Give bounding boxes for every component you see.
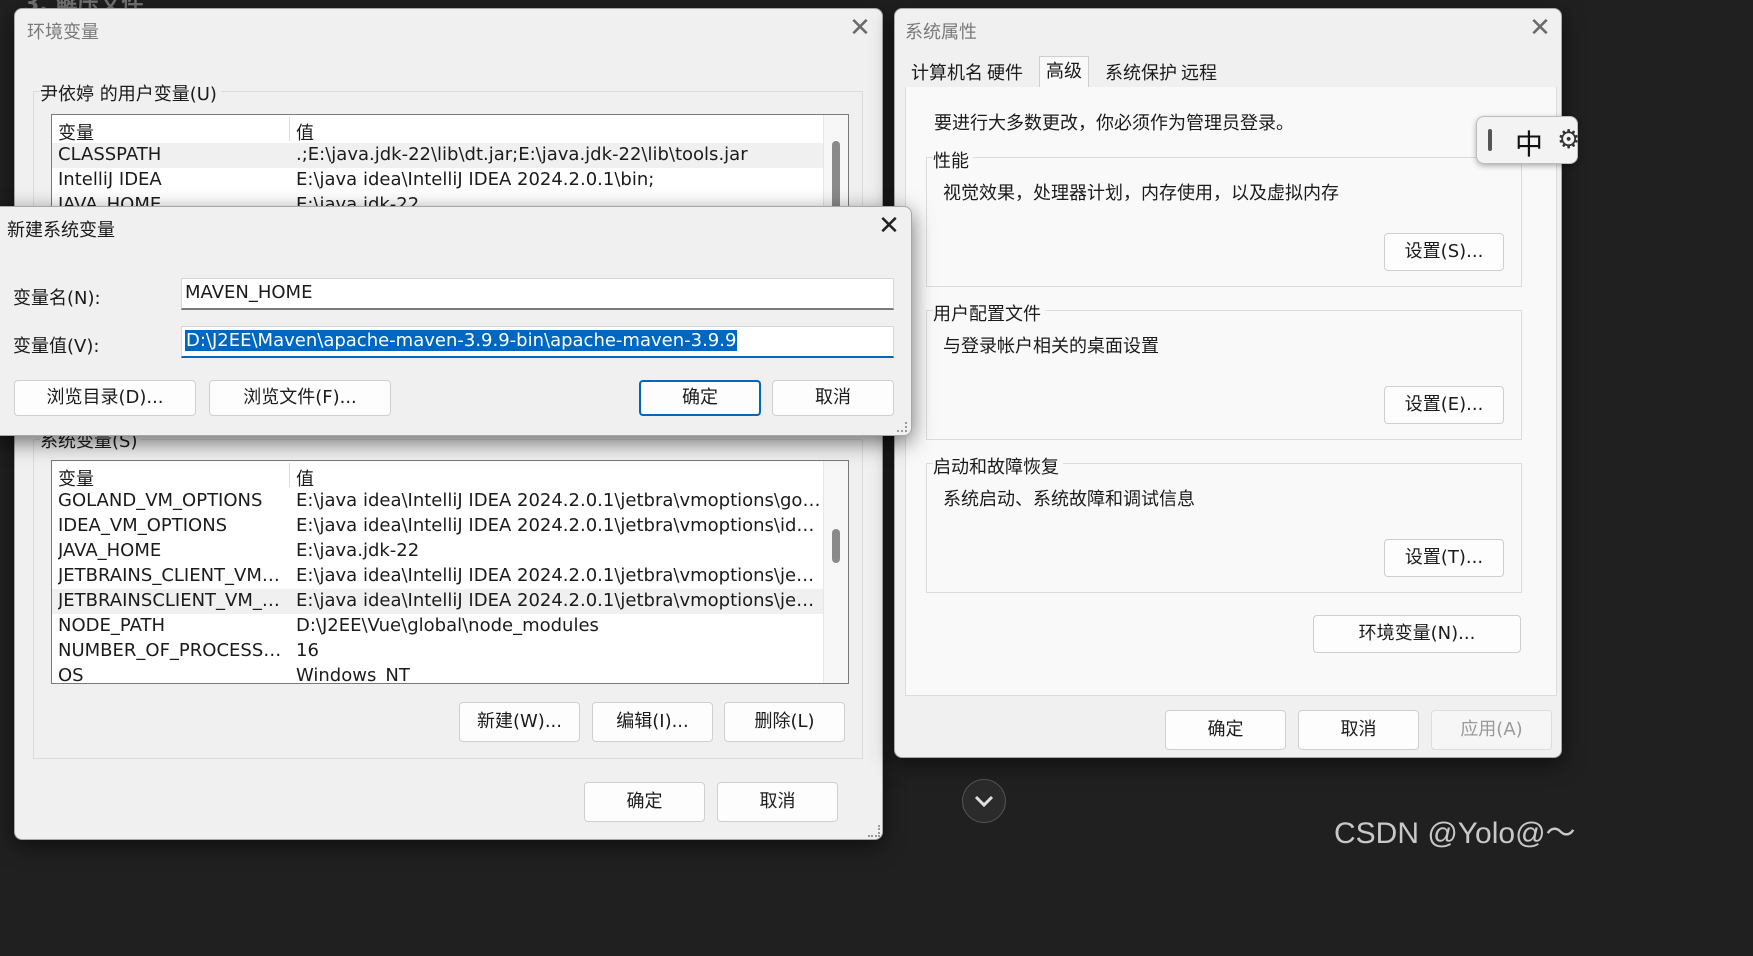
scroll-down-button[interactable] <box>962 779 1006 823</box>
close-icon[interactable]: ✕ <box>874 211 904 241</box>
variable-name-label: 变量名(N): <box>13 288 101 309</box>
row-name: JETBRAINS_CLIENT_VM_OPT... <box>58 565 288 586</box>
table-row[interactable]: NUMBER_OF_PROCESSORS 16 <box>52 639 824 664</box>
row-value: 16 <box>296 640 319 661</box>
row-name: NUMBER_OF_PROCESSORS <box>58 640 288 661</box>
column-header-value[interactable]: 值 <box>296 119 314 145</box>
user-profiles-description: 与登录帐户相关的桌面设置 <box>943 336 1159 357</box>
tab-system-protection[interactable]: 系统保护 <box>1103 59 1179 89</box>
column-header-value[interactable]: 值 <box>296 465 314 491</box>
new-variable-button[interactable]: 新建(W)... <box>459 702 580 742</box>
table-row[interactable]: GOLAND_VM_OPTIONS E:\java idea\IntelliJ … <box>52 489 824 514</box>
row-value: D:\J2EE\Vue\global\node_modules <box>296 615 599 636</box>
variable-value-input[interactable]: D:\J2EE\Maven\apache-maven-3.9.9-bin\apa… <box>181 326 894 358</box>
new-system-variable-dialog: 新建系统变量 ✕ 变量名(N): MAVEN_HOME 变量值(V): D:\J… <box>0 206 912 436</box>
gear-icon[interactable]: ⚙ <box>1557 125 1580 155</box>
drag-handle-icon[interactable] <box>1488 129 1492 151</box>
row-name: JETBRAINSCLIENT_VM_OPTI... <box>58 590 288 611</box>
row-value: Windows_NT <box>296 665 410 684</box>
row-name: OS <box>58 665 84 684</box>
row-value: E:\java idea\IntelliJ IDEA 2024.2.0.1\je… <box>296 490 821 511</box>
row-name: NODE_PATH <box>58 615 166 636</box>
cancel-button[interactable]: 取消 <box>717 782 838 822</box>
admin-note: 要进行大多数更改，你必须作为管理员登录。 <box>934 113 1294 134</box>
table-row[interactable]: IntelliJ IDEA E:\java idea\IntelliJ IDEA… <box>52 168 824 193</box>
performance-description: 视觉效果，处理器计划，内存使用，以及虚拟内存 <box>943 183 1339 204</box>
resize-grip-icon[interactable] <box>897 422 907 432</box>
user-variables-label: 尹依婷 的用户变量(U) <box>40 80 221 106</box>
user-profiles-label: 用户配置文件 <box>933 300 1045 326</box>
row-name: IntelliJ IDEA <box>58 169 162 190</box>
tab-remote[interactable]: 远程 <box>1179 59 1219 89</box>
row-name: CLASSPATH <box>58 144 162 165</box>
csdn-watermark: CSDN @Yolo@～ <box>1334 817 1576 850</box>
table-row[interactable]: JETBRAINS_CLIENT_VM_OPT... E:\java idea\… <box>52 564 824 589</box>
row-name: GOLAND_VM_OPTIONS <box>58 490 263 511</box>
column-header-variable[interactable]: 变量 <box>58 465 94 491</box>
variable-value-label: 变量值(V): <box>13 336 100 357</box>
selected-text: D:\J2EE\Maven\apache-maven-3.9.9-bin\apa… <box>185 330 738 351</box>
column-header-variable[interactable]: 变量 <box>58 119 94 145</box>
dialog-title: 新建系统变量 <box>7 220 115 241</box>
window-title: 环境变量 <box>27 22 99 43</box>
performance-settings-button[interactable]: 设置(S)... <box>1384 233 1504 271</box>
tab-panel: 要进行大多数更改，你必须作为管理员登录。 性能 视觉效果，处理器计划，内存使用，… <box>905 87 1557 696</box>
row-value: E:\java idea\IntelliJ IDEA 2024.2.0.1\je… <box>296 590 821 611</box>
table-row[interactable]: IDEA_VM_OPTIONS E:\java idea\IntelliJ ID… <box>52 514 824 539</box>
scrollbar-thumb[interactable] <box>832 529 840 563</box>
close-icon[interactable]: ✕ <box>1525 13 1555 43</box>
system-variables-list[interactable]: 变量 值 GOLAND_VM_OPTIONS E:\java idea\Inte… <box>51 460 849 684</box>
close-icon[interactable]: ✕ <box>845 13 875 43</box>
environment-variables-button[interactable]: 环境变量(N)... <box>1313 615 1521 653</box>
window-title: 系统属性 <box>905 22 977 43</box>
tab-advanced[interactable]: 高级 <box>1039 56 1089 87</box>
edit-variable-button[interactable]: 编辑(I)... <box>592 702 713 742</box>
cancel-button[interactable]: 取消 <box>1298 710 1419 750</box>
tab-hardware[interactable]: 硬件 <box>985 59 1025 89</box>
user-profiles-settings-button[interactable]: 设置(E)... <box>1384 386 1504 424</box>
tab-computer-name[interactable]: 计算机名 <box>909 59 985 89</box>
cancel-button[interactable]: 取消 <box>772 380 894 416</box>
row-value: .;E:\java.jdk-22\lib\dt.jar;E:\java.jdk-… <box>296 144 748 165</box>
row-value: E:\java idea\IntelliJ IDEA 2024.2.0.1\je… <box>296 565 821 586</box>
variable-name-input[interactable]: MAVEN_HOME <box>181 278 894 310</box>
row-name: IDEA_VM_OPTIONS <box>58 515 228 536</box>
table-row[interactable]: CLASSPATH .;E:\java.jdk-22\lib\dt.jar;E:… <box>52 143 824 168</box>
vertical-scrollbar[interactable] <box>823 461 848 683</box>
row-value: E:\java idea\IntelliJ IDEA 2024.2.0.1\bi… <box>296 169 655 190</box>
row-value: E:\java idea\IntelliJ IDEA 2024.2.0.1\je… <box>296 515 821 536</box>
table-row[interactable]: OS Windows_NT <box>52 664 824 684</box>
chevron-down-icon <box>974 795 994 808</box>
performance-label: 性能 <box>933 147 973 173</box>
table-row[interactable]: JETBRAINSCLIENT_VM_OPTI... E:\java idea\… <box>52 589 824 614</box>
scrollbar-thumb[interactable] <box>832 141 840 213</box>
ok-button[interactable]: 确定 <box>584 782 705 822</box>
browse-file-button[interactable]: 浏览文件(F)... <box>209 380 391 416</box>
row-value: E:\java.jdk-22 <box>296 540 420 561</box>
row-name: JAVA_HOME <box>58 540 162 561</box>
startup-recovery-settings-button[interactable]: 设置(T)... <box>1384 539 1504 577</box>
ok-button[interactable]: 确定 <box>639 380 761 416</box>
startup-recovery-description: 系统启动、系统故障和调试信息 <box>943 489 1195 510</box>
table-row[interactable]: NODE_PATH D:\J2EE\Vue\global\node_module… <box>52 614 824 639</box>
apply-button[interactable]: 应用(A) <box>1431 710 1552 750</box>
ime-toolbar[interactable]: 中 ⚙ <box>1476 116 1580 164</box>
ime-mode-indicator[interactable]: 中 <box>1515 123 1543 163</box>
startup-recovery-label: 启动和故障恢复 <box>933 453 1063 479</box>
table-row[interactable]: JAVA_HOME E:\java.jdk-22 <box>52 539 824 564</box>
ok-button[interactable]: 确定 <box>1165 710 1286 750</box>
delete-variable-button[interactable]: 删除(L) <box>724 702 845 742</box>
resize-grip-icon[interactable] <box>868 825 880 837</box>
browse-directory-button[interactable]: 浏览目录(D)... <box>14 380 196 416</box>
system-properties-window: 系统属性 ✕ 计算机名 硬件 高级 系统保护 远程 要进行大多数更改，你必须作为… <box>894 8 1562 758</box>
